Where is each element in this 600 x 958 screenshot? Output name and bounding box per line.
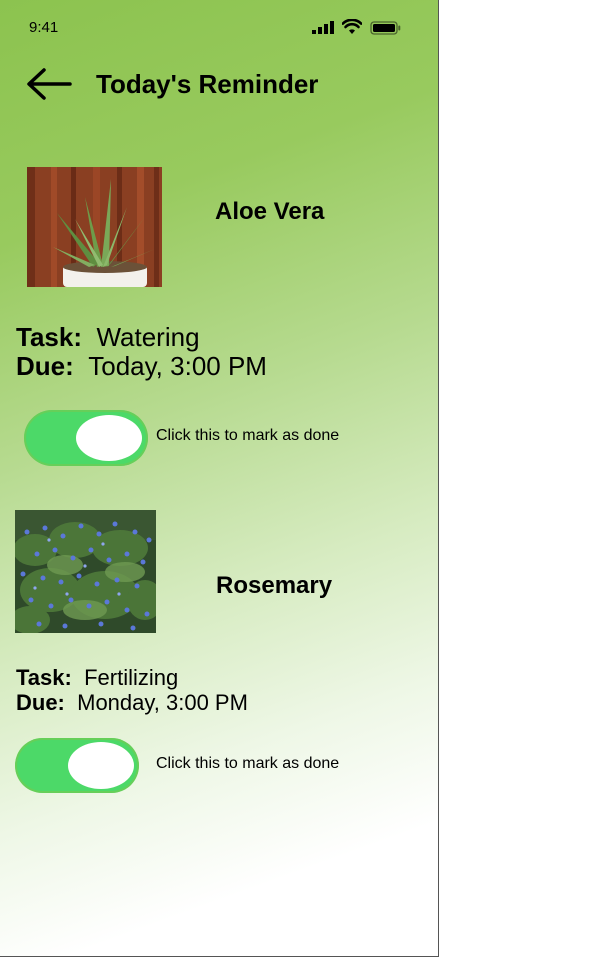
wifi-icon <box>342 19 362 34</box>
due-label: Due: <box>16 690 65 715</box>
page-title: Today's Reminder <box>96 69 319 99</box>
toggle-hint: Click this to mark as done <box>156 427 340 444</box>
mark-done-toggle[interactable] <box>24 410 148 466</box>
aloe-vera-photo <box>27 167 162 287</box>
back-arrow-icon[interactable] <box>24 64 74 104</box>
due-value: Monday, 3:00 PM <box>77 690 248 715</box>
due-label: Due: <box>16 351 74 381</box>
task-line: Task: Watering <box>16 322 200 353</box>
task-line: Task: Fertilizing <box>16 665 178 691</box>
due-value: Today, 3:00 PM <box>88 351 267 381</box>
task-value: Fertilizing <box>84 665 179 690</box>
plant-name: Rosemary <box>216 572 333 599</box>
task-label: Task: <box>16 665 72 690</box>
due-line: Due: Today, 3:00 PM <box>16 351 267 382</box>
status-bar: 9:41 <box>0 0 438 56</box>
rosemary-photo <box>15 510 156 633</box>
task-value: Watering <box>96 322 200 352</box>
cellular-signal-icon <box>312 21 334 34</box>
battery-icon <box>370 21 401 35</box>
mark-done-toggle[interactable] <box>15 738 139 793</box>
toggle-knob <box>68 742 134 789</box>
toggle-knob <box>76 415 142 461</box>
due-line: Due: Monday, 3:00 PM <box>16 690 248 716</box>
phone-screen: 9:41 Today's Reminder Aloe Vera Task: Wa… <box>0 0 439 957</box>
toggle-hint: Click this to mark as done <box>156 755 340 772</box>
status-time: 9:41 <box>29 19 59 36</box>
plant-name: Aloe Vera <box>215 198 325 225</box>
task-label: Task: <box>16 322 82 352</box>
